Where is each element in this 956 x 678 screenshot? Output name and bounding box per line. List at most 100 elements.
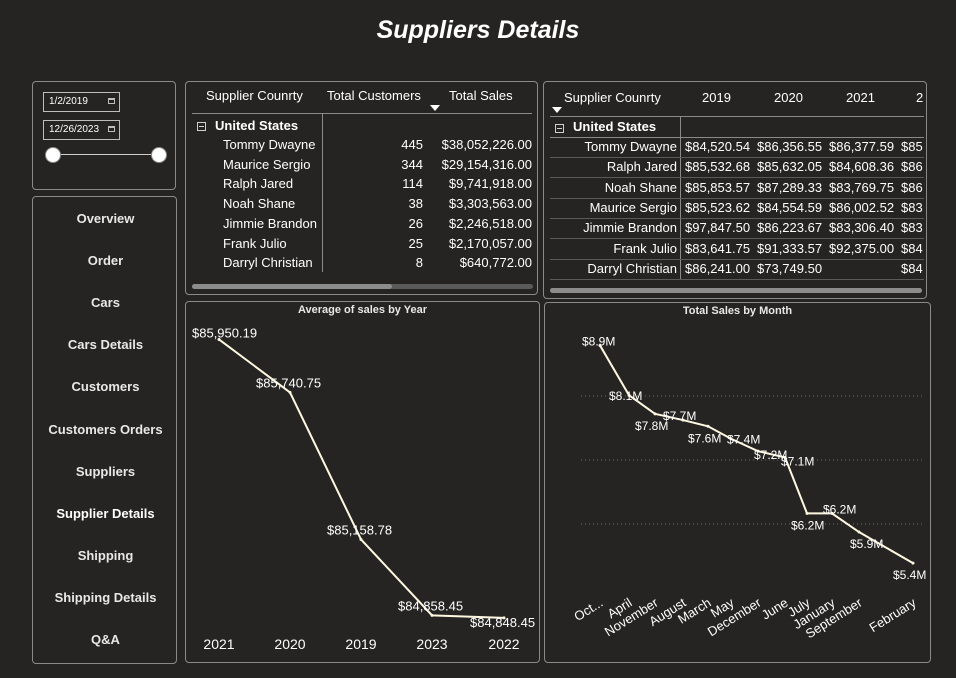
- scrollbar-thumb[interactable]: [550, 288, 922, 293]
- table-row[interactable]: Noah Shane 38 $3,303,563.00: [186, 196, 536, 215]
- sort-desc-icon[interactable]: [430, 105, 440, 111]
- yearly-sales-value: $86,356.55: [757, 139, 823, 154]
- total-sales-by-month-chart: Total Sales by Month $8.9M Oct... $8.1M Apr…: [544, 302, 931, 663]
- supplier-summary-table: Supplier Counrty Total Customers Total Sal…: [185, 81, 538, 295]
- table-row[interactable]: Maurice Sergio 344 $29,154,316.00: [186, 157, 536, 176]
- table-row[interactable]: Jimmie Brandon 26 $2,246,518.00: [186, 216, 536, 235]
- nav-cars[interactable]: Cars: [33, 295, 178, 310]
- table-row[interactable]: Maurice Sergio $85,523.62 $84,554.59 $86,00…: [544, 199, 926, 219]
- col-header-country[interactable]: Supplier Counrty: [206, 88, 303, 103]
- table-row[interactable]: Noah Shane $85,853.57 $87,289.33 $83,769.75…: [544, 179, 926, 199]
- yearly-sales-value: $86,241.00: [685, 260, 751, 276]
- table-row[interactable]: Jimmie Brandon $97,847.50 $86,223.67 $83,30…: [544, 219, 926, 240]
- table-row[interactable]: Frank Julio 25 $2,170,057.00: [186, 236, 536, 255]
- total-customers-value: 114: [402, 176, 423, 192]
- nav-customers[interactable]: Customers: [33, 379, 178, 394]
- horizontal-scrollbar[interactable]: [192, 284, 533, 289]
- group-label: United States: [573, 119, 657, 134]
- yearly-sales-value: $85: [901, 139, 923, 154]
- end-date-input[interactable]: 12/26/2023: [43, 120, 120, 140]
- date-slicer: 1/2/2019 12/26/2023: [32, 81, 176, 190]
- header-divider: [192, 113, 532, 114]
- table-row[interactable]: Tommy Dwayne $84,520.54 $86,356.55 $86,377.…: [544, 138, 926, 158]
- page-title: Suppliers Details: [376, 16, 580, 44]
- yearly-sales-value: $83: [901, 220, 923, 236]
- monthly-sales-line-chart: $8.9MOct...$8.1MApril$7.8MNovember$7.7MA…: [571, 334, 926, 641]
- col-header-country[interactable]: Supplier Counrty: [564, 90, 661, 105]
- slider-start-handle[interactable]: [45, 147, 61, 163]
- data-label: $85,740.75: [256, 375, 321, 390]
- col-header-year[interactable]: 2: [916, 90, 923, 105]
- slider-end-handle[interactable]: [151, 147, 167, 163]
- data-point[interactable]: [805, 511, 809, 515]
- yearly-sales-value: $73,749.50: [757, 260, 823, 276]
- total-customers-value: 26: [408, 215, 423, 231]
- supplier-name: Frank Julio: [613, 240, 677, 256]
- data-label: $7.1M: [781, 454, 814, 468]
- supplier-name: Noah Shane: [223, 196, 296, 212]
- data-point[interactable]: [288, 390, 292, 394]
- sort-desc-icon[interactable]: [552, 107, 562, 113]
- calendar-icon[interactable]: [108, 126, 115, 132]
- start-date-value: 1/2/2019: [49, 96, 88, 107]
- supplier-name: Tommy Dwayne: [584, 139, 677, 154]
- date-range-slider-track[interactable]: [52, 154, 159, 155]
- data-point[interactable]: [653, 412, 657, 416]
- yearly-sales-value: $84: [901, 240, 923, 256]
- collapse-icon[interactable]: [197, 122, 206, 131]
- data-point[interactable]: [857, 530, 861, 534]
- yearly-sales-value: $97,847.50: [685, 220, 751, 236]
- calendar-icon[interactable]: [108, 98, 115, 104]
- nav-suppliers[interactable]: Suppliers: [33, 464, 178, 479]
- supplier-name: Tommy Dwayne: [223, 137, 316, 152]
- nav-order[interactable]: Order: [33, 253, 178, 268]
- nav-shipping-details[interactable]: Shipping Details: [33, 590, 178, 605]
- nav-overview[interactable]: Overview: [33, 211, 178, 226]
- data-label: $7.7M: [663, 409, 696, 423]
- supplier-name: Ralph Jared: [606, 159, 677, 175]
- table-row[interactable]: Darryl Christian $86,241.00 $73,749.50 $84: [544, 260, 926, 280]
- yearly-sales-value: $84: [901, 260, 923, 276]
- col-header-year[interactable]: 2021: [846, 90, 875, 105]
- scrollbar-thumb[interactable]: [192, 284, 392, 289]
- data-label: $85,950.19: [192, 325, 257, 340]
- collapse-icon[interactable]: [555, 124, 564, 133]
- total-customers-value: 445: [401, 137, 423, 152]
- nav-customers-orders[interactable]: Customers Orders: [33, 422, 178, 437]
- nav-shipping[interactable]: Shipping: [33, 548, 178, 563]
- col-header-total-customers[interactable]: Total Customers: [327, 88, 421, 103]
- data-label: $6.2M: [791, 518, 824, 532]
- supplier-name: Maurice Sergio: [589, 199, 677, 215]
- start-date-input[interactable]: 1/2/2019: [43, 92, 120, 112]
- yearly-sales-value: $85,632.05: [757, 159, 823, 175]
- col-header-year[interactable]: 2019: [702, 90, 731, 105]
- col-header-total-sales[interactable]: Total Sales: [449, 88, 513, 103]
- total-sales-value: $38,052,226.00: [441, 137, 532, 152]
- yearly-sales-value: $85,523.62: [685, 199, 751, 215]
- col-header-year[interactable]: 2020: [774, 90, 803, 105]
- table-row[interactable]: Darryl Christian 8 $640,772.00: [186, 255, 536, 274]
- table-row[interactable]: Frank Julio $83,641.75 $91,333.57 $92,375.0…: [544, 240, 926, 260]
- table-row[interactable]: Ralph Jared 114 $9,741,918.00: [186, 176, 536, 195]
- data-point[interactable]: [359, 537, 363, 541]
- data-point[interactable]: [911, 561, 915, 565]
- data-label: $8.1M: [609, 389, 642, 403]
- yearly-sales-value: $84,608.36: [829, 159, 895, 175]
- x-tick-label: 2019: [345, 636, 376, 652]
- nav-cars-details[interactable]: Cars Details: [33, 337, 178, 352]
- x-tick-label: 2023: [416, 636, 447, 652]
- group-label: United States: [215, 118, 299, 133]
- nav-q-a[interactable]: Q&A: [33, 632, 178, 647]
- data-point[interactable]: [430, 613, 434, 617]
- data-label: $7.4M: [727, 433, 760, 447]
- supplier-name: Frank Julio: [223, 235, 287, 251]
- row-divider: [550, 278, 924, 280]
- table-row[interactable]: Ralph Jared $85,532.68 $85,632.05 $84,608.3…: [544, 158, 926, 179]
- nav-supplier-details[interactable]: Supplier Details: [33, 506, 178, 521]
- data-point[interactable]: [706, 424, 710, 428]
- table-row[interactable]: Tommy Dwayne 445 $38,052,226.00: [186, 137, 536, 156]
- horizontal-scrollbar[interactable]: [550, 288, 922, 293]
- supplier-name: Jimmie Brandon: [223, 215, 317, 231]
- yearly-sales-value: $83: [901, 199, 923, 215]
- total-customers-value: 8: [415, 255, 423, 271]
